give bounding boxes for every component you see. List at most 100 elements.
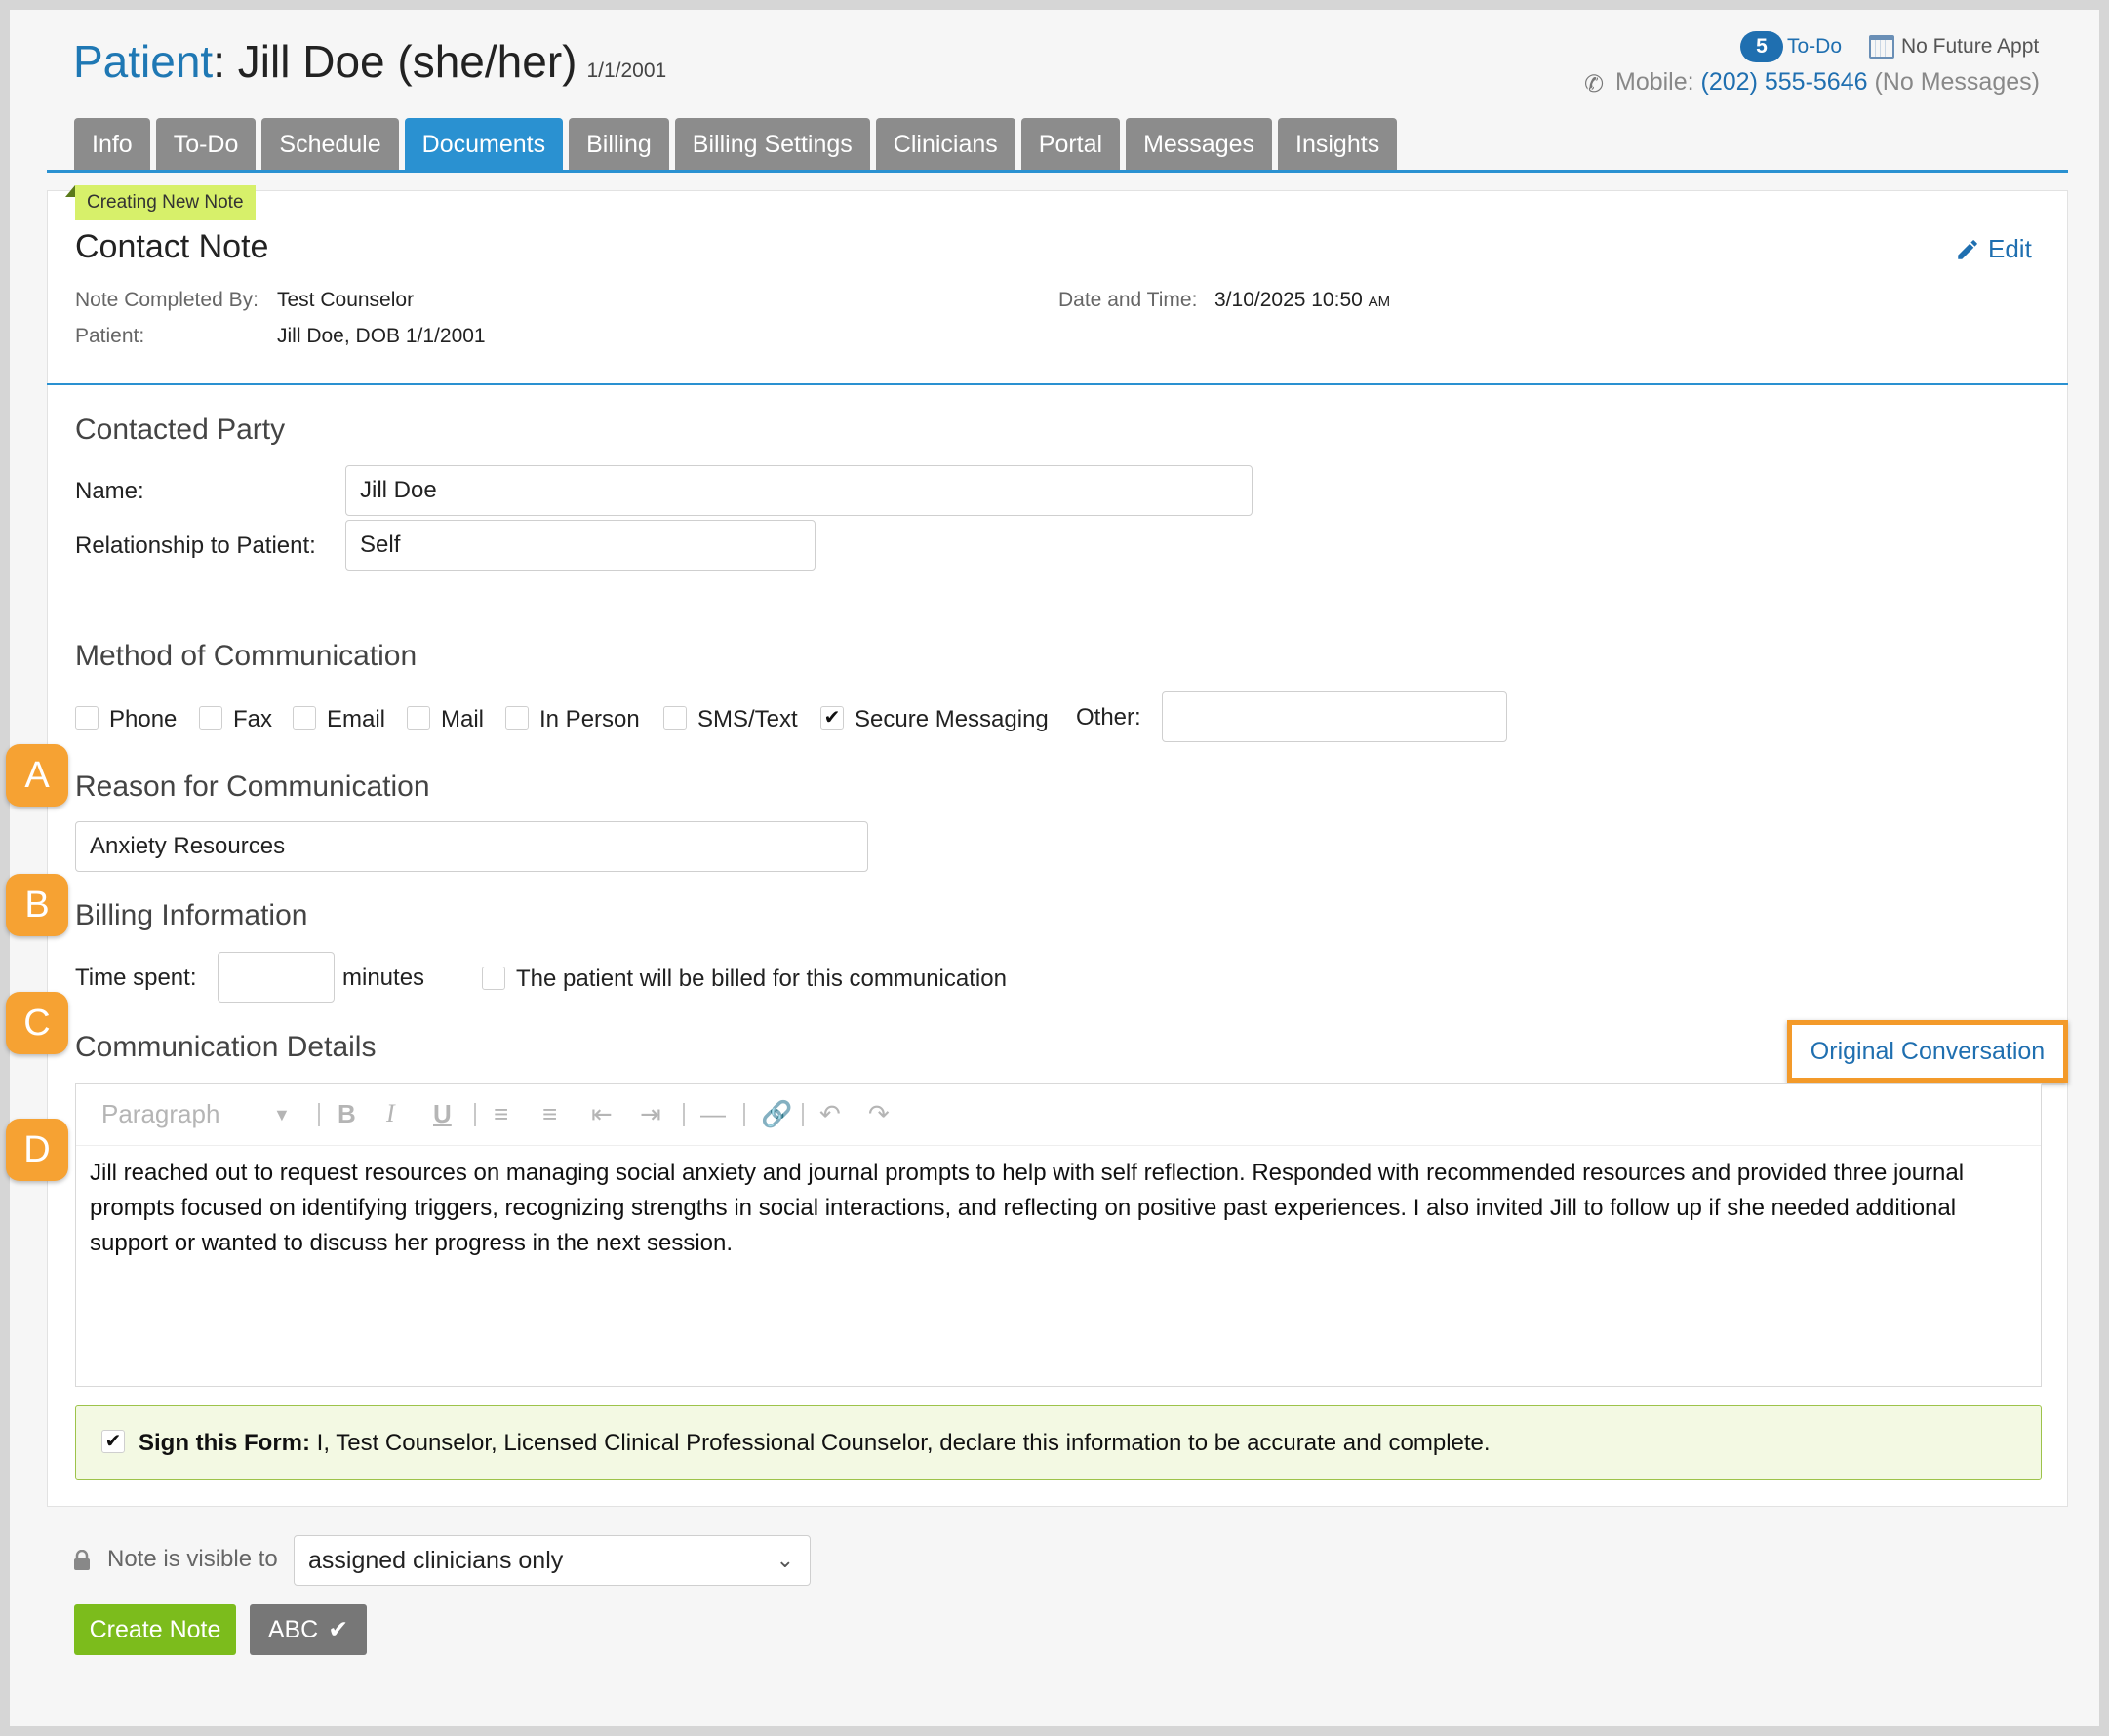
tab-clinicians[interactable]: Clinicians bbox=[875, 118, 1015, 171]
future-appt-status[interactable]: No Future Appt bbox=[1901, 35, 2039, 59]
horizontal-rule-icon[interactable]: — bbox=[700, 1099, 726, 1129]
note-title: Contact Note bbox=[75, 228, 269, 265]
visibility-select[interactable]: assigned clinicians only ⌄ bbox=[294, 1535, 811, 1586]
tab-billing[interactable]: Billing bbox=[569, 118, 669, 171]
edit-label: Edit bbox=[1988, 234, 2032, 263]
calendar-icon bbox=[1869, 35, 1894, 59]
sign-checkbox[interactable]: ✔ bbox=[101, 1430, 125, 1453]
original-conversation-link[interactable]: Original Conversation bbox=[1787, 1020, 2068, 1083]
patient-name: : Jill Doe (she/her) bbox=[213, 36, 577, 87]
billing-heading: Billing Information bbox=[75, 899, 308, 931]
indent-icon[interactable]: ⇥ bbox=[640, 1099, 661, 1129]
tab-billing-settings[interactable]: Billing Settings bbox=[674, 118, 870, 171]
page-title: Patient: Jill Doe (she/her) 1/1/2001 bbox=[73, 35, 666, 88]
phone-checkbox[interactable] bbox=[75, 706, 99, 730]
sign-label: Sign this Form: bbox=[139, 1430, 310, 1456]
patient-meta-value: Jill Doe, DOB 1/1/2001 bbox=[277, 325, 486, 347]
other-input[interactable] bbox=[1162, 691, 1507, 742]
unordered-list-icon[interactable]: ≡ bbox=[542, 1099, 557, 1129]
secure-messaging-checkbox[interactable]: ✔ bbox=[820, 706, 844, 730]
tab-todo[interactable]: To-Do bbox=[155, 118, 257, 171]
tab-info[interactable]: Info bbox=[74, 118, 150, 171]
sms-checkbox[interactable] bbox=[663, 706, 687, 730]
redo-icon[interactable]: ↷ bbox=[868, 1099, 890, 1129]
name-label: Name: bbox=[75, 478, 144, 504]
relationship-input[interactable]: Self bbox=[345, 520, 816, 571]
tab-underline bbox=[47, 170, 2068, 173]
in-person-checkbox[interactable] bbox=[505, 706, 529, 730]
completed-by-label: Note Completed By: bbox=[75, 289, 259, 311]
mobile-status: (No Messages) bbox=[1874, 68, 2040, 96]
in-person-label: In Person bbox=[539, 706, 640, 732]
tab-bar: Info To-Do Schedule Documents Billing Bi… bbox=[74, 118, 1403, 171]
tab-documents[interactable]: Documents bbox=[404, 118, 564, 171]
bold-icon[interactable]: B bbox=[338, 1099, 356, 1129]
name-input[interactable]: Jill Doe bbox=[345, 465, 1253, 516]
chevron-down-icon: ⌄ bbox=[776, 1548, 794, 1572]
spellcheck-button[interactable]: ABC ✔ bbox=[250, 1604, 367, 1655]
marker-c: C bbox=[6, 992, 68, 1054]
sign-form-box: ✔ Sign this Form: I, Test Counselor, Lic… bbox=[75, 1405, 2042, 1480]
visibility-label: Note is visible to bbox=[107, 1546, 278, 1572]
minutes-label: minutes bbox=[342, 965, 425, 991]
reason-input[interactable]: Anxiety Resources bbox=[75, 821, 868, 872]
tab-insights[interactable]: Insights bbox=[1278, 118, 1398, 171]
todo-link[interactable]: To-Do bbox=[1787, 35, 1842, 59]
secure-messaging-label: Secure Messaging bbox=[855, 706, 1049, 732]
mobile-line: Mobile: (202) 555-5646 (No Messages) bbox=[1615, 68, 2040, 97]
time-spent-input[interactable] bbox=[218, 952, 335, 1003]
italic-icon[interactable]: I bbox=[386, 1099, 395, 1128]
toolbar-separator bbox=[683, 1103, 685, 1126]
mail-label: Mail bbox=[441, 706, 485, 732]
tab-portal[interactable]: Portal bbox=[1020, 118, 1121, 171]
mail-checkbox[interactable] bbox=[407, 706, 430, 730]
mobile-number-link[interactable]: (202) 555-5646 bbox=[1701, 68, 1868, 96]
ordered-list-icon[interactable]: ≡ bbox=[494, 1099, 508, 1129]
completed-by-value: Test Counselor bbox=[277, 289, 415, 311]
details-body[interactable]: Jill reached out to request resources on… bbox=[90, 1156, 2031, 1261]
toolbar-separator bbox=[802, 1103, 804, 1126]
marker-b: B bbox=[6, 874, 68, 936]
datetime-label: Date and Time: bbox=[1058, 289, 1198, 311]
email-checkbox[interactable] bbox=[293, 706, 316, 730]
outdent-icon[interactable]: ⇤ bbox=[591, 1099, 613, 1129]
tab-schedule[interactable]: Schedule bbox=[261, 118, 399, 171]
method-heading: Method of Communication bbox=[75, 640, 418, 672]
sign-text: I, Test Counselor, Licensed Clinical Pro… bbox=[310, 1430, 1491, 1456]
dropdown-caret-icon[interactable]: ▼ bbox=[273, 1105, 291, 1125]
billed-checkbox[interactable] bbox=[482, 967, 505, 990]
edit-button[interactable]: Edit bbox=[1955, 234, 2032, 264]
phone-icon: ✆ bbox=[1584, 71, 1605, 98]
pencil-icon bbox=[1958, 239, 1977, 259]
details-heading: Communication Details bbox=[75, 1031, 377, 1063]
billed-label: The patient will be billed for this comm… bbox=[516, 966, 1007, 992]
create-note-button[interactable]: Create Note bbox=[74, 1604, 236, 1655]
sms-label: SMS/Text bbox=[697, 706, 798, 732]
fax-label: Fax bbox=[233, 706, 273, 732]
format-dropdown[interactable]: Paragraph bbox=[101, 1099, 219, 1129]
phone-label: Phone bbox=[109, 706, 178, 732]
patient-label: Patient bbox=[73, 36, 214, 87]
time-spent-label: Time spent: bbox=[75, 965, 197, 991]
checkmark-icon: ✔ bbox=[104, 1431, 122, 1452]
mobile-label: Mobile: bbox=[1615, 68, 1694, 96]
visibility-selected: assigned clinicians only bbox=[308, 1546, 564, 1574]
undo-icon[interactable]: ↶ bbox=[819, 1099, 841, 1129]
sign-statement: Sign this Form: I, Test Counselor, Licen… bbox=[139, 1430, 1491, 1457]
link-icon[interactable]: 🔗 bbox=[761, 1099, 792, 1129]
tab-messages[interactable]: Messages bbox=[1126, 118, 1273, 171]
rich-text-editor: Paragraph ▼ B I U ≡ ≡ ⇤ ⇥ — 🔗 ↶ ↷ Jill r… bbox=[75, 1083, 2042, 1387]
underline-icon[interactable]: U bbox=[433, 1099, 452, 1129]
todo-count-badge[interactable]: 5 bbox=[1740, 31, 1783, 62]
tag-fold bbox=[65, 185, 75, 197]
marker-d: D bbox=[6, 1119, 68, 1181]
reason-heading: Reason for Communication bbox=[75, 770, 430, 803]
checkmark-icon: ✔ bbox=[328, 1616, 349, 1643]
contacted-party-heading: Contacted Party bbox=[75, 414, 286, 446]
fax-checkbox[interactable] bbox=[199, 706, 222, 730]
toolbar-separator bbox=[743, 1103, 745, 1126]
patient-meta-label: Patient: bbox=[75, 325, 145, 347]
datetime-ampm: AM bbox=[1368, 294, 1391, 310]
email-label: Email bbox=[327, 706, 386, 732]
section-divider bbox=[47, 383, 2068, 385]
